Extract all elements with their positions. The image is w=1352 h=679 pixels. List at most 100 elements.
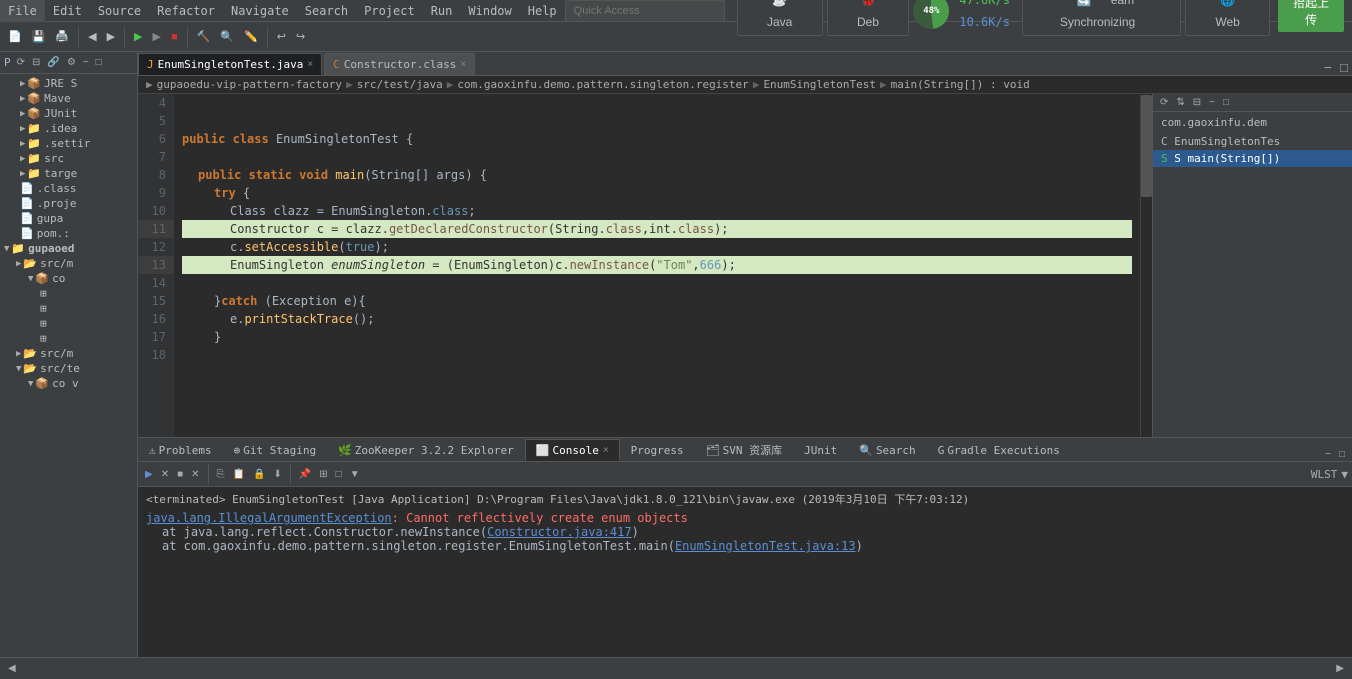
- debug-run-btn[interactable]: ▶: [149, 28, 165, 45]
- redo-btn[interactable]: ↪: [292, 28, 309, 45]
- copy-console-btn[interactable]: ⎘: [214, 468, 228, 481]
- menu-file[interactable]: File: [0, 0, 45, 22]
- tab-git-staging[interactable]: ⊕ Git Staging: [223, 439, 327, 461]
- tree-item-sub3[interactable]: ⊞: [0, 316, 137, 331]
- tab-zookeeper[interactable]: 🌿 ZooKeeper 3.2.2 Explorer: [327, 439, 525, 461]
- print-btn[interactable]: 🖨️: [51, 28, 73, 45]
- tree-item-co[interactable]: ▼ 📦 co: [0, 271, 137, 286]
- back-btn[interactable]: ◀: [84, 28, 100, 45]
- search-toolbar-btn[interactable]: 🔍: [216, 28, 238, 45]
- pin-console-btn[interactable]: 📌: [296, 468, 314, 481]
- link-editor-btn[interactable]: 🔗: [44, 56, 62, 69]
- tab-search-panel[interactable]: 🔍 Search: [848, 439, 926, 461]
- minimize-editor-btn[interactable]: −: [1320, 60, 1336, 75]
- tab-junit-panel[interactable]: JUnit: [793, 439, 848, 461]
- tree-item-sub2[interactable]: ⊞: [0, 301, 137, 316]
- maximize-editor-btn[interactable]: □: [1336, 60, 1352, 75]
- tree-item-idea[interactable]: ▶ 📁 .idea: [0, 121, 137, 136]
- run-btn[interactable]: ▶: [130, 28, 146, 45]
- tree-item-gupaoed[interactable]: ▼ 📁 gupaoed: [0, 241, 137, 256]
- code-content[interactable]: public class EnumSingletonTest { public …: [174, 94, 1140, 437]
- tab-problems[interactable]: ⚠ Problems: [138, 439, 223, 461]
- status-left-arrow[interactable]: ◀: [8, 663, 16, 674]
- breadcrumb-part3[interactable]: com.gaoxinfu.demo.pattern.singleton.regi…: [457, 78, 748, 91]
- console-minimize-btn[interactable]: −: [1322, 448, 1334, 461]
- tree-item-sub4[interactable]: ⊞: [0, 331, 137, 346]
- menu-run[interactable]: Run: [423, 0, 461, 22]
- editor-container[interactable]: 4 5 6 7 8 9 10 11 12 13 14 15 16 17: [138, 94, 1152, 437]
- maximize-sidebar-btn[interactable]: □: [93, 56, 105, 69]
- tab-svn[interactable]: 🗂 SVN 资源库: [695, 439, 793, 461]
- tree-item-target[interactable]: ▶ 📁 targe: [0, 166, 137, 181]
- stack1-link[interactable]: Constructor.java:417: [487, 525, 632, 539]
- outline-sort-btn[interactable]: ⇅: [1173, 96, 1187, 109]
- tree-item-jre[interactable]: ▶ 📦 JRE S: [0, 76, 137, 91]
- breadcrumb-part2[interactable]: src/test/java: [357, 78, 443, 91]
- tree-item-class[interactable]: 📄 .class: [0, 181, 137, 196]
- tab-console-close[interactable]: ×: [603, 445, 609, 456]
- menu-edit[interactable]: Edit: [45, 0, 90, 22]
- breadcrumb-part1[interactable]: gupaoedu-vip-pattern-factory: [157, 78, 342, 91]
- settings-tree-btn[interactable]: ⚙: [64, 56, 79, 69]
- sync-tree-btn[interactable]: ⟳: [14, 56, 28, 69]
- menu-project[interactable]: Project: [356, 0, 423, 22]
- outline-item-class[interactable]: C EnumSingletonTes: [1153, 133, 1352, 150]
- console-maximize-btn[interactable]: □: [1336, 448, 1348, 461]
- minimize-sidebar-btn[interactable]: −: [80, 56, 92, 69]
- tab-console[interactable]: ⬜ Console ×: [525, 439, 620, 461]
- outline-minimize-btn[interactable]: −: [1206, 96, 1218, 109]
- stop-console-btn[interactable]: ■: [174, 468, 186, 481]
- undo-btn[interactable]: ↩: [273, 28, 290, 45]
- exception-link[interactable]: java.lang.IllegalArgumentException: [146, 511, 392, 525]
- menu-help[interactable]: Help: [520, 0, 565, 22]
- tree-item-junit[interactable]: ▶ 📦 JUnit: [0, 106, 137, 121]
- tree-item-srcm2[interactable]: ▶ 📂 src/m: [0, 346, 137, 361]
- web-btn[interactable]: 🌐 Web: [1185, 0, 1270, 36]
- status-right-arrow[interactable]: ▶: [1336, 663, 1344, 674]
- split-console-btn[interactable]: ⊞: [316, 468, 330, 481]
- tab-enumsingletontest[interactable]: J EnumSingletonTest.java ×: [138, 53, 322, 75]
- tab-progress[interactable]: Progress: [620, 439, 695, 461]
- save-btn[interactable]: 💾: [28, 28, 50, 45]
- clear-console-btn[interactable]: ✕: [158, 468, 172, 481]
- tab-gradle[interactable]: G Gradle Executions: [927, 439, 1071, 461]
- tree-item-settings[interactable]: ▶ 📁 .settir: [0, 136, 137, 151]
- console-scroll-end-btn[interactable]: ⬇: [270, 468, 284, 481]
- outline-maximize-btn[interactable]: □: [1220, 96, 1232, 109]
- editor-scrollbar[interactable]: [1140, 94, 1152, 437]
- tree-item-srct[interactable]: ▼ 📂 src/te: [0, 361, 137, 376]
- scroll-lock-btn[interactable]: 🔒: [250, 468, 268, 481]
- tab-close-btn-1[interactable]: ×: [307, 59, 313, 70]
- tree-item-pom[interactable]: 📄 pom.:: [0, 226, 137, 241]
- quick-access-input[interactable]: [565, 0, 725, 22]
- maximize-console-btn[interactable]: □: [333, 468, 345, 481]
- build-btn[interactable]: 🔨: [193, 28, 215, 45]
- stack2-link[interactable]: EnumSingletonTest.java:13: [675, 539, 856, 553]
- outline-sync-btn[interactable]: ⟳: [1157, 96, 1171, 109]
- breadcrumb-part4[interactable]: EnumSingletonTest: [763, 78, 876, 91]
- perspective-java-btn[interactable]: ☕ Java: [737, 0, 823, 36]
- upload-button[interactable]: 拾起上传: [1278, 0, 1344, 32]
- outline-item-main[interactable]: S S main(String[]): [1153, 150, 1352, 167]
- tree-item-gupa[interactable]: 📄 gupa: [0, 211, 137, 226]
- tree-item-maven[interactable]: ▶ 📦 Mave: [0, 91, 137, 106]
- tab-constructor[interactable]: C Constructor.class ×: [324, 53, 475, 75]
- tree-item-sub1[interactable]: ⊞: [0, 286, 137, 301]
- forward-btn[interactable]: ▶: [103, 28, 119, 45]
- perspective-debug-btn[interactable]: 🐞 Deb: [827, 0, 910, 36]
- remove-console-btn[interactable]: ✕: [188, 468, 202, 481]
- console-settings-btn[interactable]: ▼: [347, 468, 363, 481]
- menu-window[interactable]: Window: [460, 0, 519, 22]
- tree-item-co2[interactable]: ▼ 📦 co v: [0, 376, 137, 391]
- menu-source[interactable]: Source: [90, 0, 149, 22]
- new-btn[interactable]: 📄: [4, 28, 26, 45]
- sync-btn[interactable]: 🔄 eam Synchronizing: [1022, 0, 1181, 36]
- menu-refactor[interactable]: Refactor: [149, 0, 223, 22]
- stop-btn[interactable]: ■: [167, 29, 182, 45]
- tree-item-src[interactable]: ▶ 📁 src: [0, 151, 137, 166]
- breadcrumb-part5[interactable]: main(String[]) : void: [891, 78, 1030, 91]
- outline-filter-btn[interactable]: ⊟: [1190, 96, 1204, 109]
- menu-search[interactable]: Search: [297, 0, 356, 22]
- refactor-btn[interactable]: ✏️: [240, 28, 262, 45]
- tree-item-project[interactable]: 📄 .proje: [0, 196, 137, 211]
